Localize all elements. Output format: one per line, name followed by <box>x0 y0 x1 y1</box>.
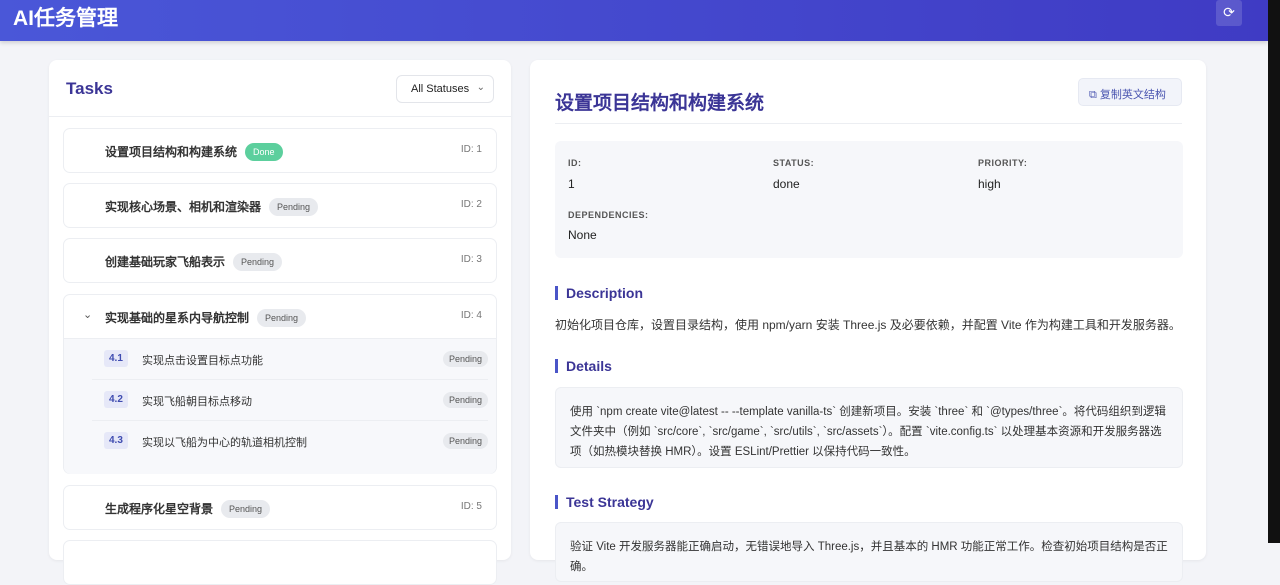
status-badge: Pending <box>257 309 307 327</box>
copy-english-button[interactable]: ⧉ 复制英文结构 <box>1078 78 1182 106</box>
id-label: ID: <box>568 158 582 168</box>
app-header: AI任务管理 ⟳ <box>0 0 1268 41</box>
task-id: ID: 1 <box>460 144 482 155</box>
task-id: ID: 4 <box>460 310 482 321</box>
detail-title: 设置项目结构和构建系统 <box>555 93 765 114</box>
refresh-button[interactable]: ⟳ <box>1216 0 1242 26</box>
task-item[interactable]: 设置项目结构和构建系统 Done ID: 1 <box>63 128 497 173</box>
priority-value: high <box>978 177 1001 191</box>
description-heading: Description <box>555 286 643 300</box>
task-name: 实现基础的星系内导航控制 <box>105 311 250 325</box>
status-badge: Pending <box>233 253 283 271</box>
chevron-down-icon: ⌄ <box>476 82 485 93</box>
status-badge: Pending <box>442 351 488 367</box>
status-badge: Pending <box>269 198 319 216</box>
subtask-number: 4.2 <box>104 391 128 408</box>
subtask-name: 实现点击设置目标点功能 <box>142 355 263 367</box>
status-filter-value: All Statuses <box>411 83 470 95</box>
priority-label: PRIORITY: <box>978 158 1028 168</box>
tasks-title: Tasks <box>66 79 113 98</box>
dependencies-value: None <box>568 228 597 242</box>
status-label: STATUS: <box>773 158 815 168</box>
status-badge: Pending <box>442 433 488 449</box>
test-strategy-heading: Test Strategy <box>555 495 654 509</box>
subtask-item[interactable]: 4.1 实现点击设置目标点功能 Pending <box>92 339 488 380</box>
task-item[interactable] <box>63 540 497 585</box>
task-id: ID: 3 <box>460 254 482 265</box>
task-id: ID: 5 <box>460 501 482 512</box>
refresh-icon: ⟳ <box>1223 4 1235 20</box>
task-item[interactable]: 实现核心场景、相机和渲染器 Pending ID: 2 <box>63 183 497 228</box>
task-name: 生成程序化星空背景 <box>105 502 214 516</box>
task-item[interactable]: 创建基础玩家飞船表示 Pending ID: 3 <box>63 238 497 283</box>
task-id: ID: 2 <box>460 199 482 210</box>
subtask-list: 4.1 实现点击设置目标点功能 Pending 4.2 实现飞船朝目标点移动 Pendi… <box>64 338 496 474</box>
status-filter-select[interactable]: All Statuses ⌄ <box>396 75 494 103</box>
task-meta: ID: 1 STATUS: done PRIORITY: high DEPEND… <box>555 141 1183 258</box>
status-badge: Done <box>245 143 283 161</box>
status-value: done <box>773 177 800 191</box>
divider <box>555 123 1182 124</box>
details-heading: Details <box>555 359 612 373</box>
task-name: 实现核心场景、相机和渲染器 <box>105 200 262 214</box>
task-item-expanded[interactable]: ⌄ 实现基础的星系内导航控制 Pending ID: 4 4.1 实现点击设置目标点… <box>63 294 497 474</box>
chevron-down-icon[interactable]: ⌄ <box>83 308 92 321</box>
description-text: 初始化项目仓库，设置目录结构，使用 npm/yarn 安装 Three.js 及… <box>555 318 1181 332</box>
subtask-name: 实现飞船朝目标点移动 <box>142 396 252 408</box>
subtask-item[interactable]: 4.2 实现飞船朝目标点移动 Pending <box>92 380 488 421</box>
task-detail-panel: 设置项目结构和构建系统 ⧉ 复制英文结构 ID: 1 STATUS: done … <box>530 60 1206 582</box>
task-name: 设置项目结构和构建系统 <box>105 145 238 159</box>
id-value: 1 <box>568 177 575 191</box>
status-badge: Pending <box>221 500 271 518</box>
status-badge: Pending <box>442 392 488 408</box>
task-name: 创建基础玩家飞船表示 <box>105 255 226 269</box>
app-title: AI任务管理 <box>13 7 118 30</box>
copy-button-label: 复制英文结构 <box>1099 89 1166 101</box>
tasks-panel: Tasks All Statuses ⌄ 设置项目结构和构建系统 Done ID: … <box>49 60 511 585</box>
dependencies-label: DEPENDENCIES: <box>568 210 649 220</box>
copy-icon: ⧉ <box>1089 89 1100 101</box>
task-item[interactable]: 生成程序化星空背景 Pending ID: 5 <box>63 485 497 530</box>
divider <box>49 116 511 117</box>
subtask-name: 实现以飞船为中心的轨道相机控制 <box>142 437 307 449</box>
window-edge <box>1268 0 1280 543</box>
subtask-number: 4.1 <box>104 350 128 367</box>
test-strategy-text: 验证 Vite 开发服务器能正确启动，无错误地导入 Three.js，并且基本的… <box>555 522 1183 582</box>
subtask-item[interactable]: 4.3 实现以飞船为中心的轨道相机控制 Pending <box>92 421 488 462</box>
details-text: 使用 `npm create vite@latest -- --template… <box>555 387 1183 468</box>
subtask-number: 4.3 <box>104 432 128 449</box>
